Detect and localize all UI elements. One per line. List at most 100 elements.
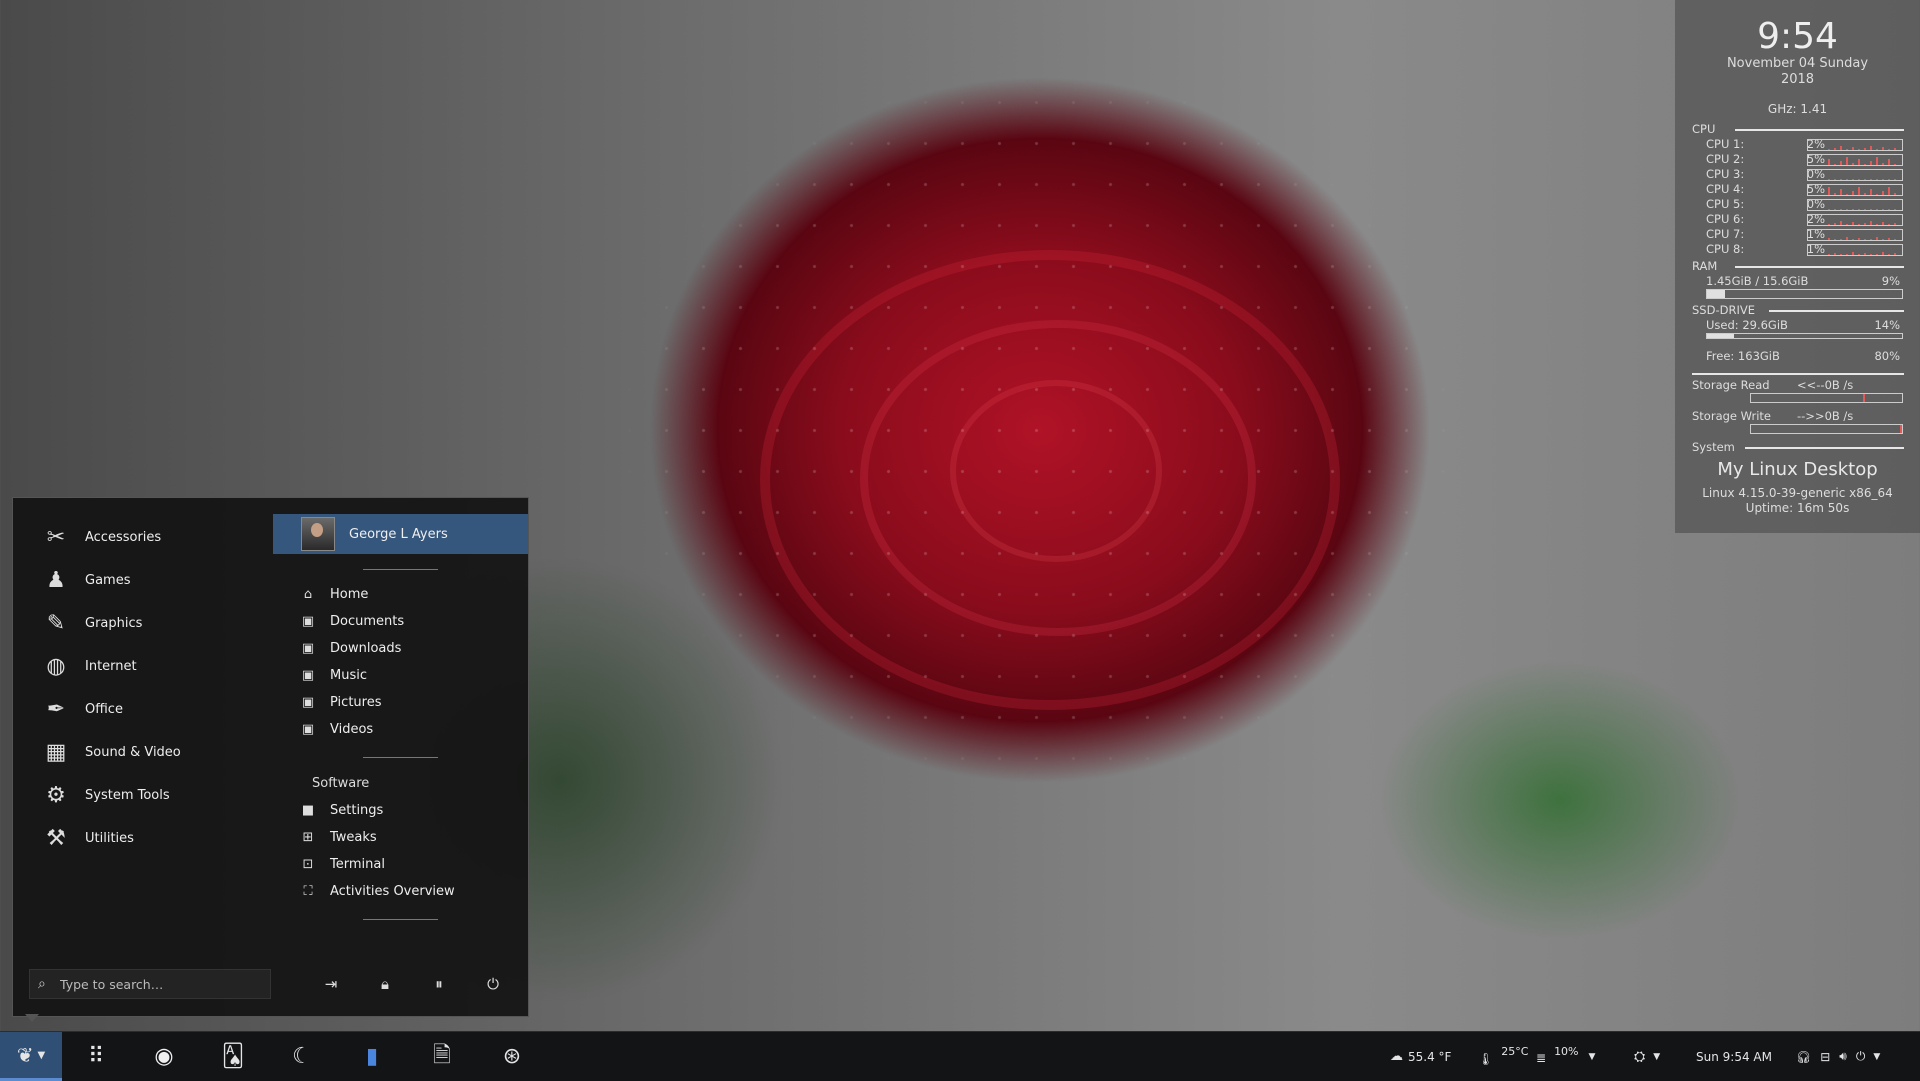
cpu-graph-tick bbox=[1894, 253, 1896, 255]
weather-indicator[interactable]: ☁ 55.4 °F bbox=[1390, 1032, 1451, 1081]
cpu-graph-tick bbox=[1828, 149, 1830, 150]
user-account-button[interactable]: George L Ayers bbox=[273, 514, 528, 554]
cpu-row: CPU 6: 2% bbox=[1675, 212, 1920, 227]
cpu-graph-tick bbox=[1828, 179, 1830, 180]
solitaire-launcher[interactable]: 🂡 bbox=[209, 1032, 257, 1081]
cpu-graph-tick bbox=[1888, 209, 1890, 210]
application-menu-button[interactable]: ❦ ▼ bbox=[0, 1032, 62, 1081]
cpu-graph-tick bbox=[1834, 239, 1836, 240]
cpu-graph-tick bbox=[1858, 254, 1860, 255]
conky-ssd-divider bbox=[1769, 310, 1904, 312]
cpu-graph-tick bbox=[1828, 187, 1830, 195]
cpu-graph-tick bbox=[1870, 239, 1872, 240]
conky-cpu-frequency: GHz: 1.41 bbox=[1767, 102, 1828, 116]
cpu-graph-tick bbox=[1864, 148, 1866, 150]
place-pictures[interactable]: ▣ Pictures bbox=[300, 689, 382, 715]
system-tray[interactable]: 🎧︎ ⊟ 🔊︎ ⏻ ▼ bbox=[1796, 1032, 1880, 1081]
cpu-graph-tick bbox=[1894, 239, 1896, 240]
search-input[interactable] bbox=[58, 975, 270, 993]
utilities-icon: ⚒ bbox=[46, 825, 66, 851]
cpu-graph-tick bbox=[1870, 179, 1872, 180]
cpu-graph-tick bbox=[1876, 149, 1878, 150]
suspend-button[interactable]: ⏸︎ bbox=[424, 970, 454, 998]
cpu-graph bbox=[1807, 214, 1903, 226]
conky-system-section: System bbox=[1675, 440, 1920, 455]
app-terminal[interactable]: ⊡ Terminal bbox=[300, 851, 385, 877]
files-launcher[interactable]: ▮ bbox=[348, 1032, 396, 1081]
app-activities-overview[interactable]: ⛶ Activities Overview bbox=[300, 878, 454, 904]
cpu-graph-tick bbox=[1840, 254, 1842, 255]
cpu-graph-tick bbox=[1894, 223, 1896, 225]
place-downloads[interactable]: ▣ Downloads bbox=[300, 635, 402, 661]
cpu-graph-tick bbox=[1828, 224, 1830, 225]
app-tweaks[interactable]: ⊞ Tweaks bbox=[300, 824, 377, 850]
conky-system-monitor: 9:54 November 04 Sunday 2018 GHz: 1.41 C… bbox=[1675, 0, 1920, 533]
logout-button[interactable]: ⇥ bbox=[316, 970, 346, 998]
home-icon: ⌂ bbox=[303, 586, 313, 602]
files-icon: ▮ bbox=[365, 1044, 379, 1069]
conky-cpu-divider bbox=[1735, 129, 1904, 131]
category-system-tools[interactable]: ⚙ System Tools bbox=[41, 776, 170, 814]
application-menu: ✂ Accessories ♟ Games ✎ Graphics ◍ Internet … bbox=[12, 497, 529, 1017]
cpu-graph bbox=[1807, 154, 1903, 166]
disk-icon: ≣ bbox=[1536, 1050, 1547, 1065]
cpu-row: CPU 1: 2% bbox=[1675, 137, 1920, 152]
accessories-icon: ✂ bbox=[46, 524, 66, 550]
conky-ssd-used-fill bbox=[1707, 334, 1735, 338]
disk-usage-indicator[interactable]: ≣ 10% ▼ bbox=[1536, 1032, 1595, 1081]
cpu-graph-tick bbox=[1864, 239, 1866, 240]
conky-kernel: Linux 4.15.0-39-generic x86_64 bbox=[1702, 486, 1893, 500]
place-documents[interactable]: ▣ Documents bbox=[300, 608, 404, 634]
temperature-indicator[interactable]: 🌡︎ 25°C bbox=[1478, 1032, 1528, 1081]
games-icon: ♟ bbox=[46, 567, 66, 593]
help-launcher[interactable]: ⊛ bbox=[488, 1032, 536, 1081]
firefox-icon: ◉ bbox=[154, 1044, 174, 1069]
thermometer-icon: 🌡︎ bbox=[1478, 1051, 1494, 1066]
conky-ram-heading: RAM bbox=[1692, 259, 1718, 273]
cpu-graph-tick bbox=[1834, 164, 1836, 165]
document-viewer-launcher[interactable]: 🗎 bbox=[418, 1032, 466, 1081]
cpu-graph-tick bbox=[1840, 209, 1842, 210]
cpu-row: CPU 5: 0% bbox=[1675, 197, 1920, 212]
app-settings[interactable]: ■ Settings bbox=[300, 797, 383, 823]
cpu-graph-tick bbox=[1840, 189, 1842, 195]
conky-ssd-free: Free: 163GiB 80% bbox=[1706, 349, 1900, 363]
cpu-graph-tick bbox=[1864, 209, 1866, 210]
lock-button[interactable]: 🔒︎ bbox=[370, 970, 400, 998]
cpu-graph-tick bbox=[1888, 179, 1890, 180]
category-utilities[interactable]: ⚒ Utilities bbox=[41, 819, 134, 857]
folder-icon: ▣ bbox=[301, 721, 315, 737]
cpu-graph-tick bbox=[1828, 209, 1830, 210]
cpu-graph-tick bbox=[1828, 254, 1830, 255]
folder-icon: ▣ bbox=[301, 613, 315, 629]
category-graphics[interactable]: ✎ Graphics bbox=[41, 604, 143, 642]
terminal-icon: ⊡ bbox=[302, 856, 314, 872]
cpu-graph-tick bbox=[1888, 238, 1890, 240]
show-applications-button[interactable]: ⠿ bbox=[72, 1032, 120, 1081]
category-sound-video[interactable]: ▦ Sound & Video bbox=[41, 733, 181, 771]
place-music[interactable]: ▣ Music bbox=[300, 662, 367, 688]
cpu-graph-tick bbox=[1852, 163, 1854, 165]
cpu-graph-tick bbox=[1888, 187, 1890, 195]
power-button[interactable]: ⏻ bbox=[478, 970, 508, 998]
menu-search-box[interactable]: ⌕ bbox=[29, 969, 271, 999]
taskbar-clock[interactable]: Sun 9:54 AM bbox=[1696, 1032, 1772, 1081]
place-videos[interactable]: ▣ Videos bbox=[300, 716, 373, 742]
category-games[interactable]: ♟ Games bbox=[41, 561, 130, 599]
conky-ram-divider bbox=[1735, 266, 1904, 268]
chevron-down-icon: ▼ bbox=[37, 1049, 46, 1061]
place-home[interactable]: ⌂ Home bbox=[300, 581, 369, 607]
system-monitor-launcher[interactable]: ☾ bbox=[278, 1032, 326, 1081]
cpu-graph-tick bbox=[1882, 209, 1884, 210]
cpu-graph-tick bbox=[1840, 179, 1842, 180]
cpu-graph-tick bbox=[1840, 146, 1842, 150]
cpu-graph-tick bbox=[1876, 224, 1878, 225]
firefox-launcher[interactable]: ◉ bbox=[140, 1032, 188, 1081]
category-office[interactable]: ✒ Office bbox=[41, 690, 123, 728]
cpu-graph-tick bbox=[1846, 237, 1848, 240]
category-internet[interactable]: ◍ Internet bbox=[41, 647, 136, 685]
accessibility-menu[interactable]: ⛭ ▼ bbox=[1634, 1032, 1660, 1081]
category-accessories[interactable]: ✂ Accessories bbox=[41, 518, 161, 556]
cpu-graph-tick bbox=[1846, 194, 1848, 195]
cpu-graph bbox=[1807, 184, 1903, 196]
